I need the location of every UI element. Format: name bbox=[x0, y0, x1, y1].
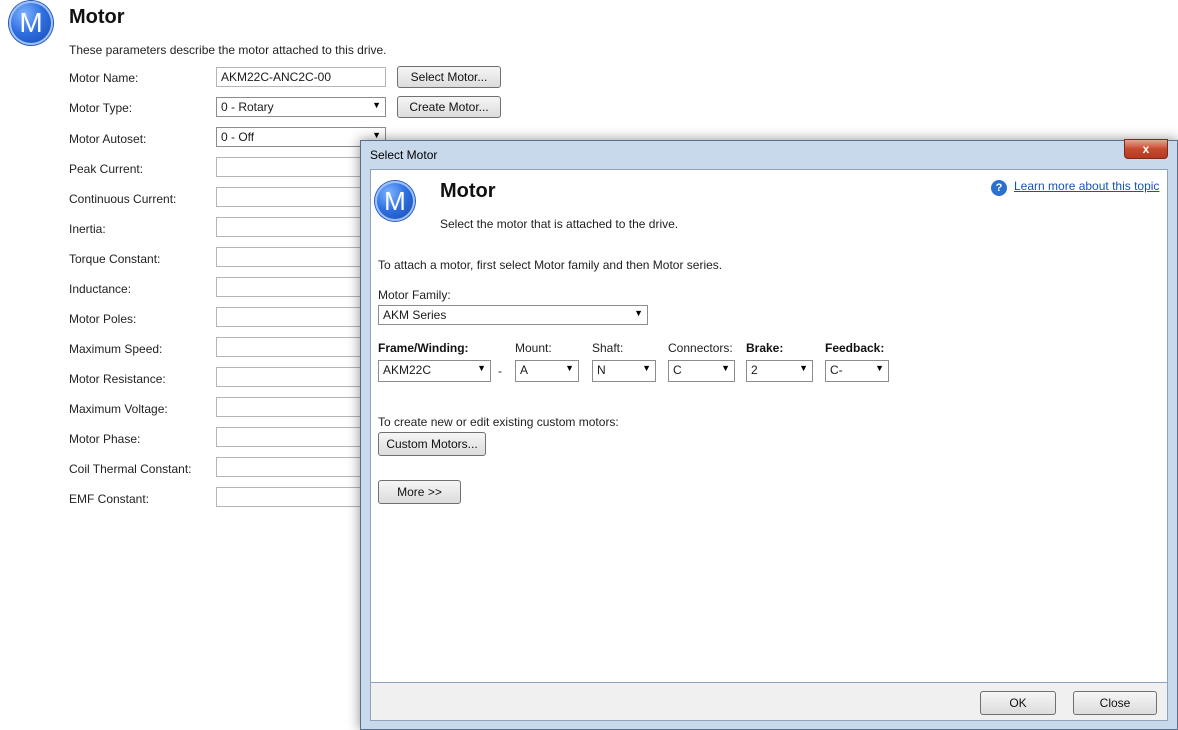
motor-type-value: 0 - Rotary bbox=[221, 100, 274, 114]
chevron-down-icon: ▼ bbox=[634, 308, 643, 318]
param-label: Motor Resistance: bbox=[69, 372, 166, 386]
shaft-select[interactable]: N ▼ bbox=[592, 360, 656, 382]
dialog-content: M Motor Select the motor that is attache… bbox=[370, 169, 1168, 683]
custom-motors-button[interactable]: Custom Motors... bbox=[378, 432, 486, 456]
help-icon[interactable]: ? bbox=[991, 180, 1007, 196]
page-description: These parameters describe the motor atta… bbox=[69, 43, 387, 57]
learn-more-link[interactable]: Learn more about this topic bbox=[1014, 179, 1159, 193]
motor-autoset-value: 0 - Off bbox=[221, 130, 255, 144]
chevron-down-icon: ▼ bbox=[875, 363, 884, 373]
param-label: Continuous Current: bbox=[69, 192, 177, 206]
feedback-select[interactable]: C- ▼ bbox=[825, 360, 889, 382]
chevron-down-icon: ▼ bbox=[799, 363, 808, 373]
chevron-down-icon: ▼ bbox=[372, 130, 381, 140]
brake-select[interactable]: 2 ▼ bbox=[746, 360, 813, 382]
brake-value: 2 bbox=[751, 363, 758, 377]
chevron-down-icon: ▼ bbox=[372, 100, 381, 110]
close-button[interactable]: Close bbox=[1073, 691, 1157, 715]
frame-winding-label: Frame/Winding: bbox=[378, 341, 469, 355]
select-motor-button[interactable]: Select Motor... bbox=[397, 66, 501, 88]
motor-family-select[interactable]: AKM Series ▼ bbox=[378, 305, 648, 325]
feedback-label: Feedback: bbox=[825, 341, 885, 355]
param-label: Maximum Voltage: bbox=[69, 402, 168, 416]
mount-value: A bbox=[520, 363, 529, 377]
param-label: Peak Current: bbox=[69, 162, 144, 176]
page-title: Motor bbox=[69, 6, 125, 28]
param-label: Motor Poles: bbox=[69, 312, 137, 326]
separator-dash: - bbox=[498, 364, 502, 378]
connectors-select[interactable]: C ▼ bbox=[668, 360, 735, 382]
motor-name-label: Motor Name: bbox=[69, 71, 139, 85]
motor-type-label: Motor Type: bbox=[69, 101, 133, 115]
param-label: Maximum Speed: bbox=[69, 342, 163, 356]
chevron-down-icon: ▼ bbox=[721, 363, 730, 373]
shaft-label: Shaft: bbox=[592, 341, 624, 355]
dialog-heading: Motor bbox=[440, 180, 496, 202]
frame-winding-value: AKM22C bbox=[383, 363, 432, 377]
param-label: Torque Constant: bbox=[69, 252, 161, 266]
logo-letter: M bbox=[19, 7, 43, 38]
chevron-down-icon: ▼ bbox=[642, 363, 651, 373]
close-icon[interactable]: x bbox=[1124, 139, 1168, 159]
motor-autoset-label: Motor Autoset: bbox=[69, 132, 147, 146]
ok-button[interactable]: OK bbox=[980, 691, 1056, 715]
dialog-footer: OK Close bbox=[370, 683, 1168, 721]
param-label: EMF Constant: bbox=[69, 492, 150, 506]
dialog-subtitle: Select the motor that is attached to the… bbox=[440, 217, 679, 231]
param-label: Coil Thermal Constant: bbox=[69, 462, 192, 476]
logo-letter: M bbox=[384, 186, 406, 216]
motor-logo-icon: M bbox=[375, 181, 415, 221]
motor-family-label: Motor Family: bbox=[378, 288, 451, 302]
shaft-value: N bbox=[597, 363, 606, 377]
motor-name-input[interactable]: AKM22C-ANC2C-00 bbox=[216, 67, 386, 87]
mount-label: Mount: bbox=[515, 341, 552, 355]
motor-type-select[interactable]: 0 - Rotary ▼ bbox=[216, 97, 386, 117]
param-label: Inductance: bbox=[69, 282, 132, 296]
motor-family-value: AKM Series bbox=[383, 308, 447, 322]
create-motor-button[interactable]: Create Motor... bbox=[397, 96, 501, 118]
connectors-value: C bbox=[673, 363, 682, 377]
brake-label: Brake: bbox=[746, 341, 784, 355]
mount-select[interactable]: A ▼ bbox=[515, 360, 579, 382]
dialog-title: Select Motor bbox=[370, 148, 438, 162]
instruction-text: To attach a motor, first select Motor fa… bbox=[378, 258, 723, 272]
frame-winding-select[interactable]: AKM22C ▼ bbox=[378, 360, 491, 382]
param-label: Inertia: bbox=[69, 222, 106, 236]
param-label: Motor Phase: bbox=[69, 432, 141, 446]
custom-motors-text: To create new or edit existing custom mo… bbox=[378, 415, 619, 429]
chevron-down-icon: ▼ bbox=[565, 363, 574, 373]
feedback-value: C- bbox=[830, 363, 843, 377]
more-button[interactable]: More >> bbox=[378, 480, 461, 504]
motor-logo-icon: M bbox=[9, 1, 53, 45]
connectors-label: Connectors: bbox=[668, 341, 733, 355]
select-motor-dialog: Select Motor x M Motor Select the motor … bbox=[360, 139, 1178, 730]
chevron-down-icon: ▼ bbox=[477, 363, 486, 373]
